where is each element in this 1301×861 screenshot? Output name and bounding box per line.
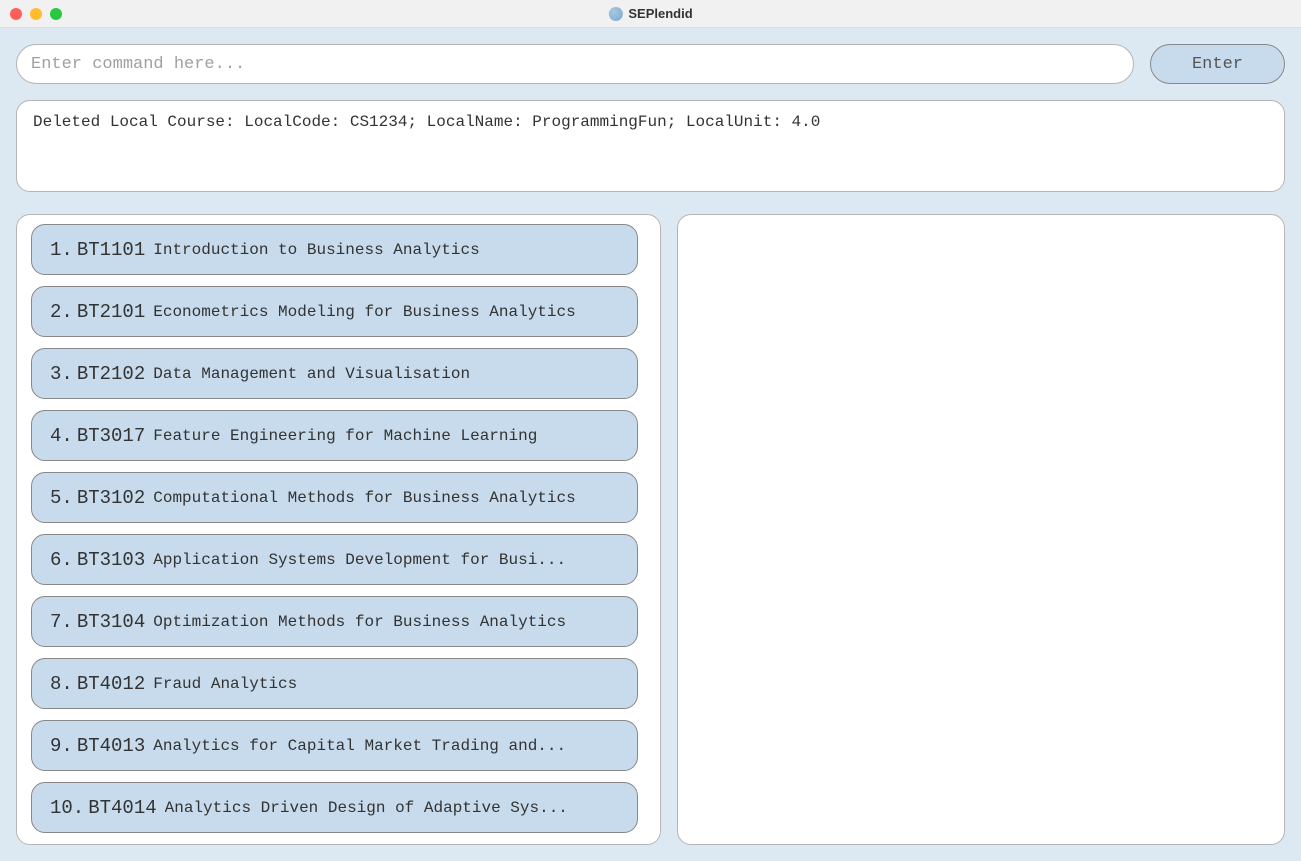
- globe-icon: [608, 7, 622, 21]
- course-code: BT4014: [88, 797, 156, 819]
- course-list-item[interactable]: 5.BT3102 Computational Methods for Busine…: [31, 472, 638, 523]
- course-list-item[interactable]: 6.BT3103 Application Systems Development …: [31, 534, 638, 585]
- course-code: BT3102: [77, 487, 145, 509]
- course-name: Computational Methods for Business Analy…: [153, 489, 575, 507]
- main-content: Enter Deleted Local Course: LocalCode: C…: [0, 28, 1301, 861]
- course-index: 9.: [50, 735, 73, 757]
- course-code: BT1101: [77, 239, 145, 261]
- course-list-item[interactable]: 8.BT4012 Fraud Analytics: [31, 658, 638, 709]
- course-index: 1.: [50, 239, 73, 261]
- course-list-item[interactable]: 7.BT3104 Optimization Methods for Busines…: [31, 596, 638, 647]
- course-list-item[interactable]: 9.BT4013 Analytics for Capital Market Tra…: [31, 720, 638, 771]
- course-list-item[interactable]: 1.BT1101 Introduction to Business Analyti…: [31, 224, 638, 275]
- course-index: 5.: [50, 487, 73, 509]
- minimize-window-button[interactable]: [30, 8, 42, 20]
- course-list-item[interactable]: 10.BT4014 Analytics Driven Design of Adap…: [31, 782, 638, 833]
- course-index: 10.: [50, 797, 84, 819]
- course-index: 3.: [50, 363, 73, 385]
- course-name: Analytics Driven Design of Adaptive Sys.…: [165, 799, 568, 817]
- command-row: Enter: [16, 44, 1285, 84]
- titlebar: SEPlendid: [0, 0, 1301, 28]
- course-code: BT2101: [77, 301, 145, 323]
- course-code: BT3103: [77, 549, 145, 571]
- course-name: Data Management and Visualisation: [153, 365, 470, 383]
- course-name: Introduction to Business Analytics: [153, 241, 479, 259]
- course-name: Analytics for Capital Market Trading and…: [153, 737, 566, 755]
- course-name: Fraud Analytics: [153, 675, 297, 693]
- window-title: SEPlendid: [628, 6, 692, 21]
- close-window-button[interactable]: [10, 8, 22, 20]
- maximize-window-button[interactable]: [50, 8, 62, 20]
- course-code: BT4013: [77, 735, 145, 757]
- course-index: 4.: [50, 425, 73, 447]
- window-title-container: SEPlendid: [608, 6, 692, 21]
- course-code: BT3104: [77, 611, 145, 633]
- course-list-item[interactable]: 4.BT3017 Feature Engineering for Machine …: [31, 410, 638, 461]
- course-code: BT2102: [77, 363, 145, 385]
- course-index: 6.: [50, 549, 73, 571]
- course-code: BT4012: [77, 673, 145, 695]
- enter-button[interactable]: Enter: [1150, 44, 1285, 84]
- course-list-item[interactable]: 2.BT2101 Econometrics Modeling for Busine…: [31, 286, 638, 337]
- course-name: Optimization Methods for Business Analyt…: [153, 613, 566, 631]
- course-index: 8.: [50, 673, 73, 695]
- detail-panel: [677, 214, 1286, 845]
- panels-container: 1.BT1101 Introduction to Business Analyti…: [16, 214, 1285, 845]
- course-code: BT3017: [77, 425, 145, 447]
- result-display: Deleted Local Course: LocalCode: CS1234;…: [16, 100, 1285, 192]
- course-index: 2.: [50, 301, 73, 323]
- course-name: Econometrics Modeling for Business Analy…: [153, 303, 575, 321]
- course-list-panel[interactable]: 1.BT1101 Introduction to Business Analyti…: [16, 214, 661, 845]
- course-index: 7.: [50, 611, 73, 633]
- course-list-item[interactable]: 3.BT2102 Data Management and Visualisatio…: [31, 348, 638, 399]
- course-name: Application Systems Development for Busi…: [153, 551, 566, 569]
- course-name: Feature Engineering for Machine Learning: [153, 427, 537, 445]
- result-text: Deleted Local Course: LocalCode: CS1234;…: [33, 113, 820, 131]
- command-input[interactable]: [16, 44, 1134, 84]
- window-controls: [0, 8, 62, 20]
